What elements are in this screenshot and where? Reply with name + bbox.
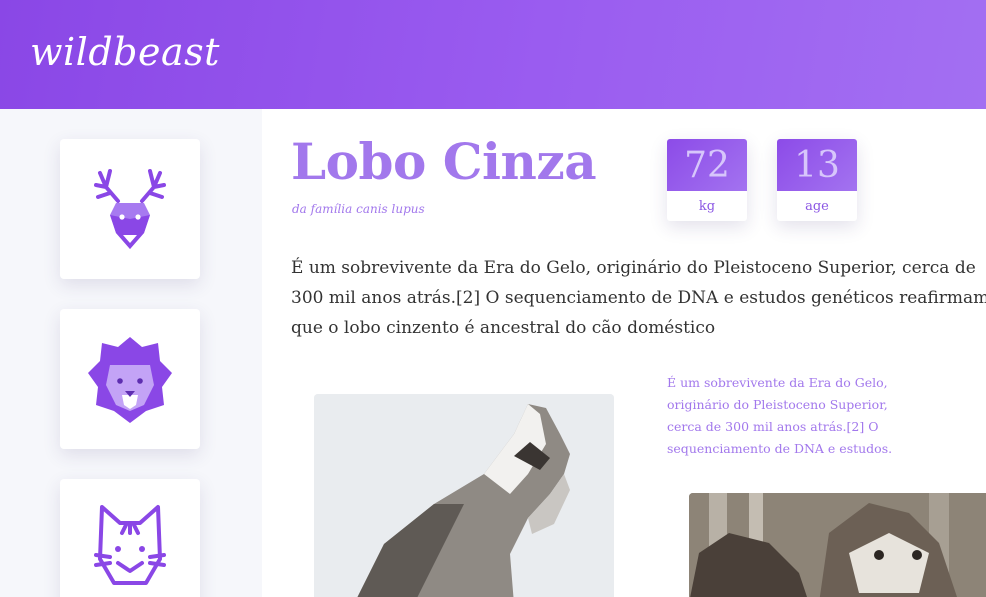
sidebar (0, 109, 262, 597)
stat-weight-value: 72 (684, 144, 730, 186)
page-title: Lobo Cinza (291, 132, 597, 191)
wolf-portrait-photo (689, 493, 986, 597)
stat-age: 13 age (777, 139, 857, 221)
sidebar-item-cat[interactable] (60, 479, 200, 597)
sidebar-item-deer[interactable] (60, 139, 200, 279)
sidebar-item-lion[interactable] (60, 309, 200, 449)
logo[interactable]: wildbeast (30, 30, 220, 74)
wolf-howling-photo (314, 394, 614, 597)
stat-weight: 72 kg (667, 139, 747, 221)
stat-weight-unit: kg (698, 198, 716, 214)
lion-icon (88, 337, 172, 423)
page-subtitle: da família canis lupus (292, 202, 425, 216)
top-header: wildbeast (0, 0, 986, 109)
article-body: É um sobrevivente da Era do Gelo, origin… (291, 258, 986, 338)
stat-age-unit: age (805, 198, 829, 214)
stat-age-value: 13 (794, 144, 840, 186)
deer-icon (94, 169, 166, 249)
cat-icon (94, 505, 166, 585)
side-note: É um sobrevivente da Era do Gelo, origin… (667, 375, 893, 456)
